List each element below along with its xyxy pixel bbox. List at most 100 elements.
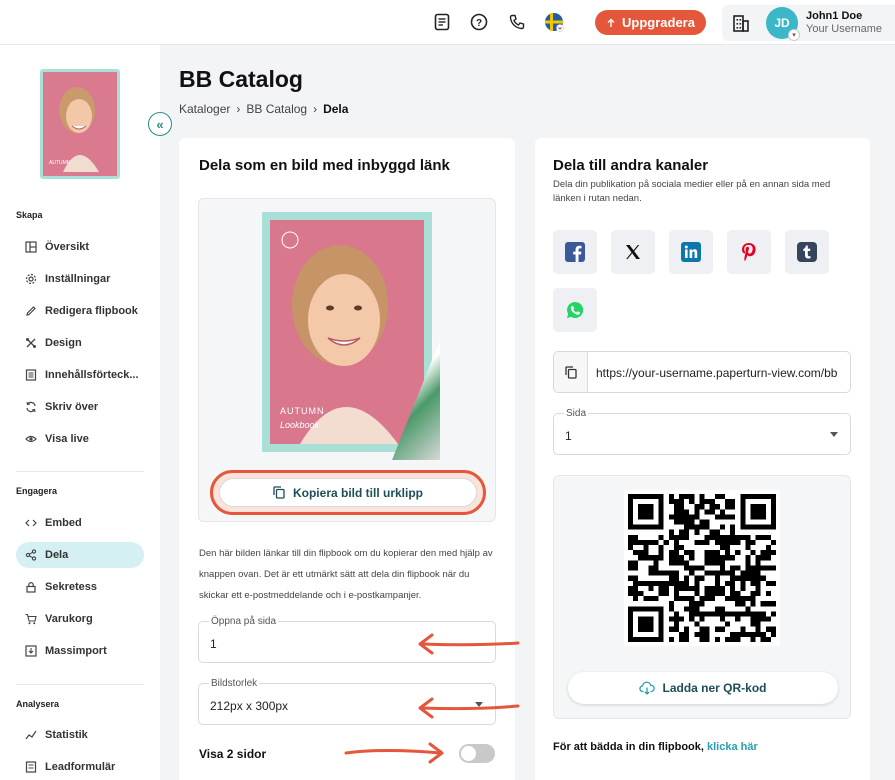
share-icon bbox=[25, 549, 37, 561]
show-two-pages-toggle[interactable] bbox=[459, 744, 495, 763]
form-icon bbox=[25, 761, 37, 773]
download-qr-button[interactable]: Ladda ner QR-kod bbox=[568, 672, 838, 704]
sidebar-item-view-live[interactable]: Visa live bbox=[16, 426, 144, 452]
sidebar: AUTUMN « Skapa Översikt Inställningar Re… bbox=[0, 45, 172, 780]
design-icon bbox=[25, 337, 37, 349]
whatsapp-icon bbox=[567, 301, 584, 318]
building-icon[interactable] bbox=[731, 13, 751, 33]
facebook-button[interactable] bbox=[553, 230, 597, 274]
share-image-card: Dela som en bild med inbyggd länk AUTUMN… bbox=[179, 138, 515, 780]
copy-image-button[interactable]: Kopiera bild till urklipp bbox=[219, 478, 477, 507]
pinterest-button[interactable] bbox=[727, 230, 771, 274]
show-two-pages-label: Visa 2 sidor bbox=[199, 747, 267, 761]
qr-code-panel: Ladda ner QR-kod bbox=[553, 475, 851, 719]
page-title: BB Catalog bbox=[179, 66, 303, 92]
sidebar-item-edit-flipbook[interactable]: Redigera flipbook bbox=[16, 298, 144, 324]
sidebar-item-label: Sekretess bbox=[45, 581, 97, 593]
embed-hint: För att bädda in din flipbook, klicka hä… bbox=[553, 741, 758, 753]
cover-title: AUTUMN bbox=[280, 406, 325, 416]
chevron-down-icon[interactable]: ▾ bbox=[788, 29, 800, 41]
facebook-icon bbox=[565, 242, 585, 262]
share-channels-subtitle: Dela din publikation på sociala medier e… bbox=[553, 179, 831, 204]
section-analyze: Analysera bbox=[16, 699, 60, 709]
sidebar-item-settings[interactable]: Inställningar bbox=[16, 266, 144, 292]
linkedin-icon bbox=[681, 242, 701, 262]
breadcrumb-catalog[interactable]: BB Catalog bbox=[246, 102, 307, 116]
sidebar-item-lead-form[interactable]: Leadformulär bbox=[16, 754, 144, 780]
svg-text:?: ? bbox=[476, 18, 482, 29]
lock-icon bbox=[25, 581, 37, 593]
image-size-value: 212px x 300px bbox=[210, 699, 289, 713]
page-select[interactable]: Sida 1 bbox=[553, 408, 851, 455]
sidebar-item-mass-import[interactable]: Massimport bbox=[16, 638, 144, 664]
sidebar-item-label: Innehållsförteck... bbox=[45, 369, 139, 381]
sidebar-item-label: Varukorg bbox=[45, 613, 93, 625]
divider bbox=[16, 471, 144, 472]
sidebar-item-overwrite[interactable]: Skriv över bbox=[16, 394, 144, 420]
annotation-arrow bbox=[418, 697, 520, 719]
arrow-up-icon bbox=[607, 18, 615, 27]
settings-icon bbox=[25, 273, 37, 285]
help-icon[interactable]: ? bbox=[469, 12, 489, 32]
sidebar-item-label: Statistik bbox=[45, 729, 88, 741]
flipbook-thumbnail[interactable]: AUTUMN bbox=[40, 69, 120, 179]
breadcrumb-catalogs[interactable]: Kataloger bbox=[179, 102, 230, 116]
sidebar-item-label: Inställningar bbox=[45, 273, 111, 285]
page-select-value: 1 bbox=[565, 429, 572, 443]
pinterest-icon bbox=[742, 243, 756, 261]
sweden-flag-icon[interactable] bbox=[544, 12, 564, 32]
upgrade-button[interactable]: Uppgradera bbox=[595, 10, 706, 35]
sidebar-item-label: Design bbox=[45, 337, 82, 349]
linkedin-button[interactable] bbox=[669, 230, 713, 274]
stats-icon bbox=[25, 729, 37, 741]
embed-link[interactable]: klicka här bbox=[707, 741, 758, 753]
sidebar-item-statistics[interactable]: Statistik bbox=[16, 722, 144, 748]
overview-icon bbox=[25, 241, 37, 253]
sidebar-item-toc[interactable]: Innehållsförteck... bbox=[16, 362, 144, 388]
sidebar-item-label: Embed bbox=[45, 517, 82, 529]
share-image-help: Den här bilden länkar till din flipbook … bbox=[199, 548, 493, 601]
sidebar-item-label: Översikt bbox=[45, 241, 90, 253]
breadcrumb: Kataloger › BB Catalog › Dela bbox=[179, 102, 348, 116]
import-icon bbox=[25, 645, 37, 657]
page-select-label: Sida bbox=[564, 408, 589, 419]
sidebar-item-design[interactable]: Design bbox=[16, 330, 144, 356]
svg-text:AUTUMN: AUTUMN bbox=[49, 160, 71, 166]
copy-button-highlight: Kopiera bild till urklipp bbox=[210, 470, 486, 515]
copy-icon bbox=[564, 365, 577, 379]
open-on-page-value[interactable]: 1 bbox=[210, 637, 217, 651]
share-url-value[interactable]: https://your-username.paperturn-view.com… bbox=[596, 366, 837, 380]
sidebar-item-label: Visa live bbox=[45, 433, 89, 445]
sidebar-item-share[interactable]: Dela bbox=[16, 542, 144, 568]
code-icon bbox=[25, 517, 37, 529]
sidebar-item-label: Dela bbox=[45, 549, 69, 561]
whatsapp-button[interactable] bbox=[553, 288, 597, 332]
sidebar-item-overview[interactable]: Översikt bbox=[16, 234, 144, 260]
copy-url-button[interactable] bbox=[554, 352, 588, 392]
phone-icon[interactable] bbox=[507, 12, 527, 32]
divider bbox=[16, 684, 144, 685]
sidebar-item-label: Leadformulär bbox=[45, 761, 116, 773]
annotation-arrow bbox=[418, 633, 520, 655]
eye-icon bbox=[25, 433, 37, 445]
share-channels-title: Dela till andra kanaler bbox=[553, 157, 709, 174]
share-url-field[interactable]: https://your-username.paperturn-view.com… bbox=[553, 351, 851, 393]
user-menu[interactable]: JD ▾ John1 Doe Your Username bbox=[722, 5, 895, 41]
edit-icon bbox=[25, 305, 37, 317]
cloud-download-icon bbox=[639, 681, 656, 695]
chevrons-left-icon: « bbox=[156, 116, 164, 132]
tumblr-button[interactable] bbox=[785, 230, 829, 274]
user-username: Your Username bbox=[806, 23, 883, 35]
qr-code-image bbox=[624, 490, 780, 646]
sidebar-item-label: Redigera flipbook bbox=[45, 305, 138, 317]
share-image-title: Dela som en bild med inbyggd länk bbox=[199, 157, 450, 174]
sidebar-item-cart[interactable]: Varukorg bbox=[16, 606, 144, 632]
sidebar-item-label: Skriv över bbox=[45, 401, 99, 413]
toc-icon bbox=[25, 369, 37, 381]
sidebar-item-privacy[interactable]: Sekretess bbox=[16, 574, 144, 600]
image-preview: AUTUMN Lookbook Kopiera bild till urklip… bbox=[198, 198, 496, 522]
document-icon[interactable] bbox=[432, 12, 452, 32]
x-button[interactable] bbox=[611, 230, 655, 274]
collapse-sidebar-button[interactable]: « bbox=[148, 112, 172, 136]
sidebar-item-embed[interactable]: Embed bbox=[16, 510, 144, 536]
